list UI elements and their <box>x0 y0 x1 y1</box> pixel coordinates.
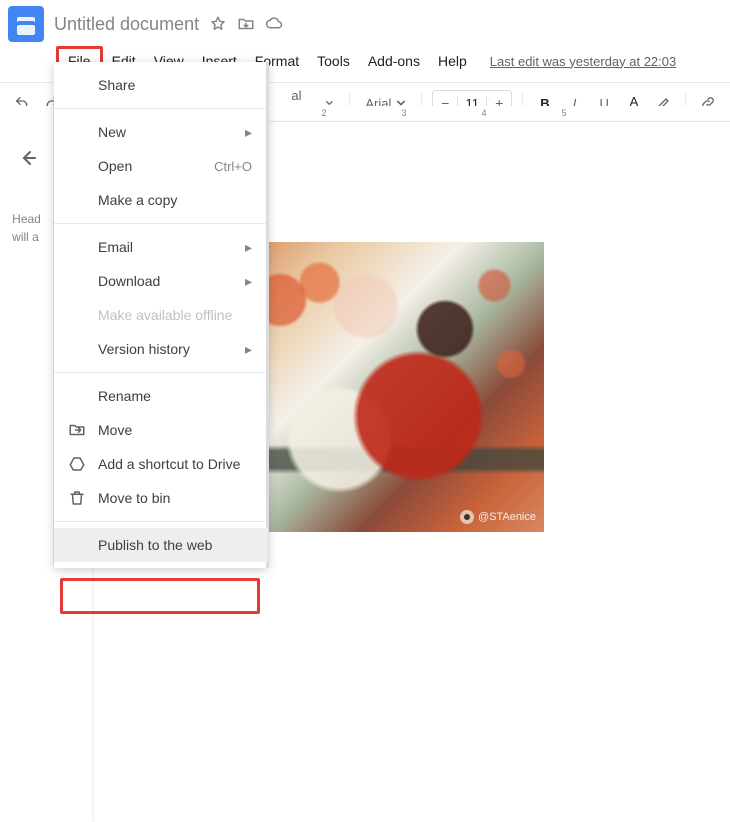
menu-version-history[interactable]: Version history▸ <box>54 332 268 366</box>
last-edit-link[interactable]: Last edit was yesterday at 22:03 <box>490 54 676 69</box>
submenu-arrow-icon: ▸ <box>245 273 252 290</box>
ruler-num: 4 <box>481 108 486 118</box>
drive-icon <box>68 455 86 473</box>
move-folder-icon <box>68 421 86 439</box>
menu-publish-to-web[interactable]: Publish to the web <box>54 528 268 562</box>
ruler-num: 5 <box>561 108 566 118</box>
outline-text-1: Head <box>12 210 41 228</box>
image-watermark: @STAenice <box>460 510 536 524</box>
cloud-status-icon[interactable] <box>265 15 283 33</box>
file-menu-dropdown: Share New▸ OpenCtrl+O Make a copy Email▸… <box>54 62 268 568</box>
menu-addons[interactable]: Add-ons <box>359 49 429 73</box>
shortcut-label: Ctrl+O <box>214 159 252 174</box>
document-title[interactable]: Untitled document <box>54 14 199 35</box>
menu-tools[interactable]: Tools <box>308 49 359 73</box>
docs-logo[interactable] <box>8 6 44 42</box>
submenu-arrow-icon: ▸ <box>245 239 252 256</box>
menu-email[interactable]: Email▸ <box>54 230 268 264</box>
menu-offline: Make available offline <box>54 298 268 332</box>
menu-help[interactable]: Help <box>429 49 476 73</box>
menu-open[interactable]: OpenCtrl+O <box>54 149 268 183</box>
menu-rename[interactable]: Rename <box>54 379 268 413</box>
back-arrow-icon[interactable] <box>15 146 39 170</box>
submenu-arrow-icon: ▸ <box>245 124 252 141</box>
trash-icon <box>68 489 86 507</box>
menu-move-to-bin[interactable]: Move to bin <box>54 481 268 515</box>
ruler-num: 2 <box>321 108 326 118</box>
menu-add-shortcut[interactable]: Add a shortcut to Drive <box>54 447 268 481</box>
menu-make-copy[interactable]: Make a copy <box>54 183 268 217</box>
menu-new[interactable]: New▸ <box>54 115 268 149</box>
move-folder-icon[interactable] <box>237 15 255 33</box>
menu-move[interactable]: Move <box>54 413 268 447</box>
outline-panel: Head will a <box>0 106 54 565</box>
outline-text-2: will a <box>12 228 41 246</box>
ruler-num: 3 <box>401 108 406 118</box>
menu-share[interactable]: Share <box>54 68 268 102</box>
menu-download[interactable]: Download▸ <box>54 264 268 298</box>
star-icon[interactable] <box>209 15 227 33</box>
submenu-arrow-icon: ▸ <box>245 341 252 358</box>
